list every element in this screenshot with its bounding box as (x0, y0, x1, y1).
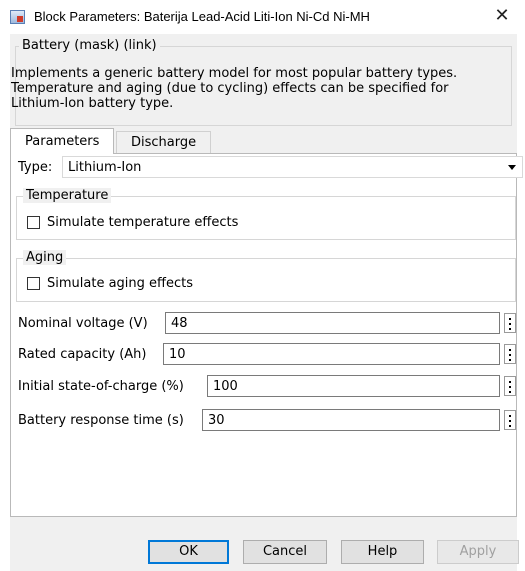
ok-button[interactable]: OK (148, 540, 229, 564)
field-value: 100 (213, 379, 238, 394)
tab-discharge[interactable]: Discharge (116, 131, 212, 154)
description-line: Lithium-Ion battery type. (11, 96, 174, 111)
title-bar[interactable]: Block Parameters: Baterija Lead-Acid Lit… (0, 0, 525, 34)
nominal-voltage-label: Nominal voltage (V) (18, 316, 148, 331)
rated-capacity-field[interactable]: 10 (163, 343, 500, 365)
temperature-checkbox-label[interactable]: Simulate temperature effects (47, 215, 238, 230)
aging-checkbox-label[interactable]: Simulate aging effects (47, 276, 193, 291)
type-label: Type: (18, 160, 53, 175)
aging-legend: Aging (23, 250, 67, 265)
tab-parameters[interactable]: Parameters (10, 128, 115, 154)
response-time-field[interactable]: 30 (202, 409, 500, 431)
help-button[interactable]: Help (341, 540, 424, 564)
initial-soc-field[interactable]: 100 (207, 375, 500, 397)
field-value: 48 (171, 316, 188, 331)
nominal-voltage-field[interactable]: 48 (165, 312, 500, 334)
more-options-icon[interactable] (504, 313, 516, 333)
type-select[interactable]: Lithium-Ion (62, 156, 523, 178)
initial-soc-label: Initial state-of-charge (%) (18, 379, 184, 394)
field-value: 10 (169, 347, 186, 362)
description-line: Temperature and aging (due to cycling) e… (11, 81, 449, 96)
simulink-block-icon (10, 10, 25, 24)
description-line: Implements a generic battery model for m… (11, 66, 458, 81)
temperature-legend: Temperature (23, 188, 112, 203)
field-value: 30 (208, 413, 225, 428)
mask-description: Implements a generic battery model for m… (11, 66, 511, 111)
rated-capacity-label: Rated capacity (Ah) (18, 347, 147, 362)
mask-header: Battery (mask) (link) (19, 38, 160, 53)
cancel-button[interactable]: Cancel (243, 540, 327, 564)
response-time-label: Battery response time (s) (18, 413, 184, 428)
close-icon[interactable]: ✕ (489, 4, 515, 28)
apply-button[interactable]: Apply (437, 540, 519, 564)
chevron-down-icon (508, 165, 516, 170)
more-options-icon[interactable] (504, 376, 516, 396)
more-options-icon[interactable] (504, 344, 516, 364)
more-options-icon[interactable] (504, 410, 516, 430)
aging-checkbox[interactable] (27, 277, 40, 290)
type-select-value: Lithium-Ion (68, 160, 142, 175)
window-title: Block Parameters: Baterija Lead-Acid Lit… (34, 9, 370, 24)
temperature-checkbox[interactable] (27, 216, 40, 229)
